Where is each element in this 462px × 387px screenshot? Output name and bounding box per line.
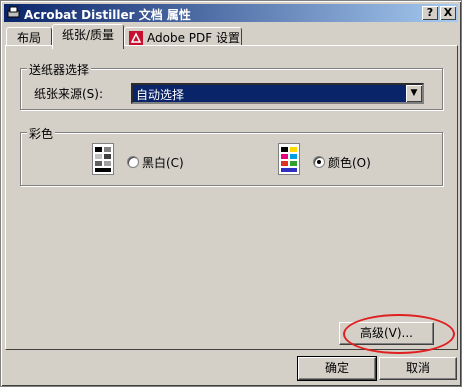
- title-bar[interactable]: Acrobat Distiller 文档 属性 ? X: [4, 4, 458, 22]
- tab-layout-label: 布局: [16, 31, 41, 45]
- paper-source-group: 送纸器选择 纸张来源(S): 自动选择 ▼: [20, 61, 443, 110]
- paper-source-value: 自动选择: [136, 88, 185, 102]
- cancel-button[interactable]: 取消: [379, 357, 457, 380]
- color-palette-icon: [278, 143, 300, 175]
- ok-button[interactable]: 确定: [297, 356, 377, 381]
- color-radio[interactable]: [313, 156, 325, 168]
- bw-radio[interactable]: [127, 156, 139, 168]
- tab-paper-quality-label: 纸张/质量: [61, 28, 115, 42]
- tab-panel: 送纸器选择 纸张来源(S): 自动选择 ▼ 彩色 黑白(C) 颜色(O) 高级(…: [5, 45, 458, 354]
- help-button[interactable]: ?: [422, 6, 438, 20]
- paper-source-legend: 送纸器选择: [27, 61, 92, 78]
- color-legend: 彩色: [27, 125, 56, 142]
- bw-label[interactable]: 黑白(C): [142, 154, 184, 171]
- window-title: Acrobat Distiller 文档 属性: [24, 8, 191, 22]
- paper-source-select[interactable]: 自动选择 ▼: [131, 83, 424, 104]
- paper-source-label: 纸张来源(S):: [34, 87, 104, 101]
- grayscale-icon: [92, 143, 114, 175]
- properties-dialog: Acrobat Distiller 文档 属性 ? X 布局 纸张/质量 Ado…: [0, 0, 462, 387]
- printer-icon: [7, 6, 20, 18]
- chevron-down-icon[interactable]: ▼: [406, 85, 422, 102]
- highlight-oval: [343, 314, 455, 354]
- adobe-pdf-icon: [129, 31, 143, 45]
- color-label[interactable]: 颜色(O): [328, 154, 371, 171]
- color-group: 彩色 黑白(C) 颜色(O): [20, 125, 443, 186]
- close-button[interactable]: X: [440, 6, 456, 20]
- tab-paper-quality[interactable]: 纸张/质量: [52, 24, 124, 49]
